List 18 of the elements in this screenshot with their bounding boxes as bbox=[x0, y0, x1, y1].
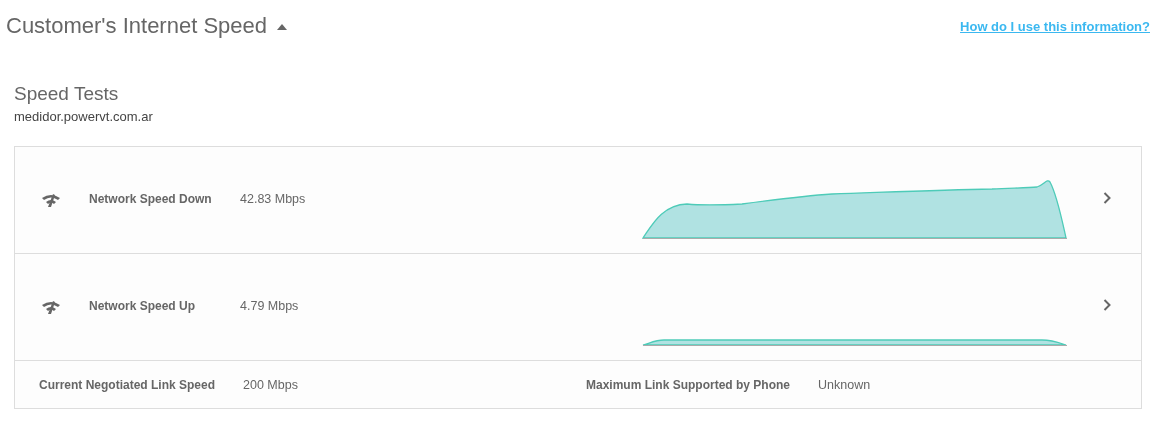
test-row[interactable]: Network Speed Down 42.83 Mbps bbox=[15, 147, 1141, 254]
test-name: Network Speed Up bbox=[89, 299, 197, 313]
link-speed-label: Current Negotiated Link Speed bbox=[39, 377, 216, 392]
section-title: Customer's Internet Speed bbox=[6, 13, 267, 39]
subsection-title: Speed Tests bbox=[14, 83, 120, 105]
signal-icon bbox=[41, 192, 61, 208]
link-speed-value: 200 Mbps bbox=[243, 377, 298, 392]
test-row[interactable]: Network Speed Up 4.79 Mbps bbox=[15, 254, 1141, 361]
test-value: 4.79 Mbps bbox=[240, 299, 300, 313]
chevron-right-icon[interactable] bbox=[1103, 299, 1111, 311]
link-speed-label: Maximum Link Supported by Phone bbox=[586, 377, 791, 392]
link-speed-value: Unknown bbox=[818, 377, 871, 392]
test-name: Network Speed Down bbox=[89, 192, 213, 206]
test-value: 42.83 Mbps bbox=[240, 192, 307, 206]
signal-icon bbox=[41, 299, 61, 315]
chevron-right-icon[interactable] bbox=[1103, 192, 1111, 204]
caret-icon[interactable] bbox=[277, 24, 287, 30]
server-name: medidor.powervt.com.ar bbox=[14, 109, 154, 124]
